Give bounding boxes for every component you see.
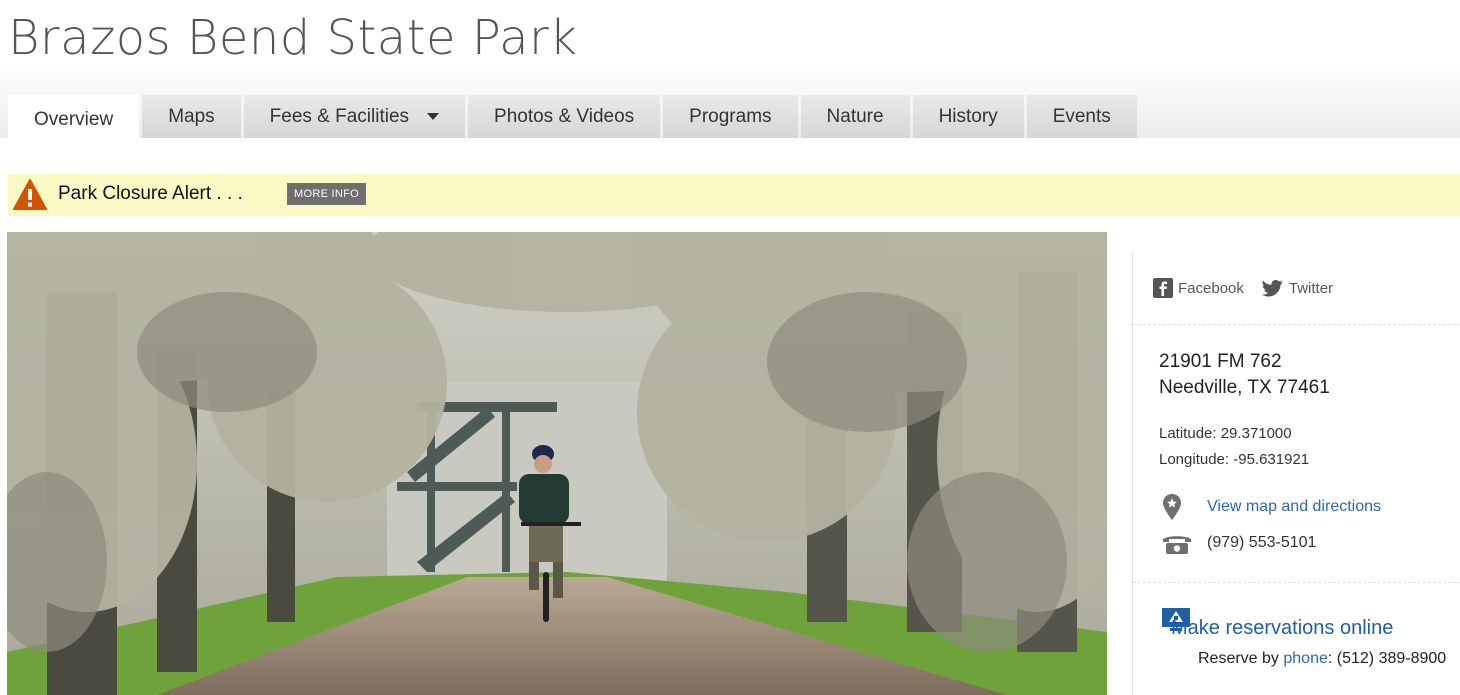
tab-maps[interactable]: Maps <box>142 95 241 138</box>
facebook-icon <box>1153 278 1173 298</box>
hero-image <box>7 232 1107 695</box>
latitude: Latitude: 29.371000 <box>1159 425 1292 442</box>
tab-photos-videos[interactable]: Photos & Videos <box>468 95 661 138</box>
divider <box>1133 324 1460 325</box>
phone-icon <box>1163 536 1191 554</box>
map-pin-icon <box>1163 494 1181 520</box>
hero-photo <box>7 232 1107 695</box>
tab-label: Overview <box>34 109 114 130</box>
tab-nature[interactable]: Nature <box>800 95 910 138</box>
facebook-label: Facebook <box>1178 279 1244 297</box>
tab-label: Fees & Facilities <box>269 105 410 127</box>
tab-label: History <box>938 105 998 127</box>
site-header: Brazos Bend State Park Overview Maps Fee… <box>0 0 1460 145</box>
twitter-link[interactable]: Twitter <box>1261 279 1334 297</box>
social-links: Facebook Twitter <box>1153 278 1351 298</box>
tab-label: Maps <box>168 105 215 127</box>
reserve-prefix: Reserve by <box>1198 650 1284 667</box>
reserve-phone-link[interactable]: phone <box>1283 650 1328 667</box>
reserve-by-phone: Reserve by phone: (512) 389-8900 <box>1198 650 1446 668</box>
caret-down-icon <box>427 113 440 120</box>
view-map-directions-link[interactable]: View map and directions <box>1207 498 1381 516</box>
more-info-button[interactable]: MORE INFO <box>287 183 367 205</box>
longitude: Longitude: -95.631921 <box>1159 451 1310 468</box>
park-phone: (979) 553-5101 <box>1207 534 1317 551</box>
twitter-label: Twitter <box>1288 279 1334 297</box>
divider <box>1133 582 1460 583</box>
address-line-1: 21901 FM 762 <box>1159 351 1282 372</box>
tab-label: Nature <box>826 105 884 127</box>
closure-alert-banner: Park Closure Alert . . . MORE INFO <box>8 174 1460 216</box>
tab-label: Photos & Videos <box>494 105 635 127</box>
tab-label: Events <box>1052 105 1111 127</box>
tab-programs[interactable]: Programs <box>663 95 798 138</box>
facebook-link[interactable]: Facebook <box>1153 278 1244 298</box>
tab-label: Programs <box>689 105 772 127</box>
tab-history[interactable]: History <box>912 95 1024 138</box>
reserve-phone-number: : (512) 389-8900 <box>1327 650 1447 667</box>
twitter-icon <box>1261 280 1283 297</box>
page-title: Brazos Bend State Park <box>8 10 578 66</box>
address-line-2: Needville, TX 77461 <box>1159 377 1330 398</box>
make-reservations-link[interactable]: Make reservations online <box>1171 617 1393 640</box>
phone-row: (979) 553-5101 <box>1161 531 1316 555</box>
tab-bar: Overview Maps Fees & Facilities Photos &… <box>8 95 1140 145</box>
tab-overview[interactable]: Overview <box>8 95 140 145</box>
alert-text: Park Closure Alert . . . <box>58 183 243 204</box>
map-directions-row: View map and directions <box>1161 493 1381 521</box>
park-info-sidebar: Facebook Twitter 21901 FM 762 Needville,… <box>1132 252 1460 695</box>
tab-events[interactable]: Events <box>1026 95 1137 138</box>
tab-fees-facilities[interactable]: Fees & Facilities <box>243 95 466 138</box>
warning-icon <box>13 179 47 210</box>
